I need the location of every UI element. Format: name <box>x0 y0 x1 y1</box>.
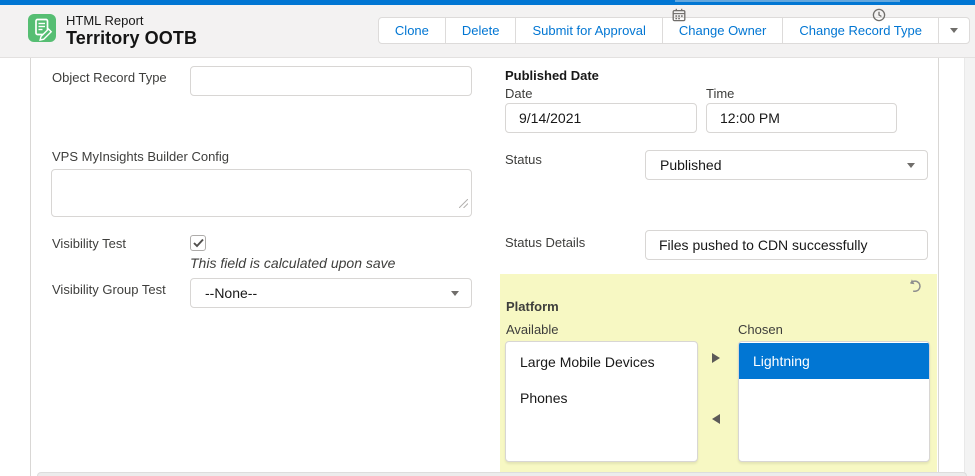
resize-handle-icon[interactable] <box>459 195 468 213</box>
available-listbox: Large Mobile Devices Phones <box>505 341 698 462</box>
published-date-input[interactable] <box>505 103 697 133</box>
object-record-type-label: Object Record Type <box>52 69 182 86</box>
chevron-down-icon <box>950 28 958 33</box>
status-details-input[interactable] <box>645 230 928 260</box>
next-section-edge <box>37 472 967 476</box>
document-pencil-glyph <box>28 14 56 42</box>
scrollbar-track[interactable] <box>964 58 975 476</box>
form-left-border <box>30 58 31 476</box>
status-value: Published <box>660 157 722 173</box>
delete-button[interactable]: Delete <box>445 17 517 44</box>
vps-config-label: VPS MyInsights Builder Config <box>52 148 352 165</box>
clock-icon[interactable] <box>872 8 886 22</box>
status-details-label: Status Details <box>505 234 585 251</box>
more-actions-button[interactable] <box>938 17 970 44</box>
visibility-test-help-text: This field is calculated upon save <box>190 255 395 271</box>
status-label: Status <box>505 151 542 168</box>
page-header: HTML Report Territory OOTB Clone Delete … <box>0 5 975 58</box>
chosen-listbox: Lightning <box>738 341 930 462</box>
calendar-icon[interactable] <box>672 8 686 22</box>
change-record-type-button[interactable]: Change Record Type <box>782 17 939 44</box>
chevron-down-icon <box>907 163 915 168</box>
form-right-border <box>938 58 939 476</box>
object-record-type-input[interactable] <box>190 66 472 96</box>
platform-label: Platform <box>506 299 559 314</box>
visibility-group-test-label: Visibility Group Test <box>52 281 182 298</box>
visibility-group-test-select[interactable]: --None-- <box>190 278 472 308</box>
status-select[interactable]: Published <box>645 150 928 180</box>
date-sublabel: Date <box>505 85 532 102</box>
visibility-test-checkbox[interactable] <box>190 235 206 251</box>
html-report-icon <box>28 14 56 42</box>
chevron-down-icon <box>451 291 459 296</box>
move-right-button[interactable] <box>708 350 724 366</box>
platform-section: Platform Available Chosen Large Mobile D… <box>500 274 937 472</box>
page-title: Territory OOTB <box>66 28 197 49</box>
visibility-group-test-value: --None-- <box>205 285 257 301</box>
vps-config-textarea[interactable] <box>51 169 472 217</box>
right-arrow-icon <box>712 353 720 363</box>
listbox-option[interactable]: Large Mobile Devices <box>506 344 697 380</box>
published-time-input[interactable] <box>706 103 897 133</box>
clone-button[interactable]: Clone <box>378 17 446 44</box>
listbox-option[interactable]: Phones <box>506 380 697 416</box>
published-date-label: Published Date <box>505 67 599 84</box>
record-edit-page: HTML Report Territory OOTB Clone Delete … <box>0 0 975 476</box>
chosen-label: Chosen <box>738 322 783 337</box>
move-left-button[interactable] <box>708 411 724 427</box>
available-label: Available <box>506 322 559 337</box>
time-sublabel: Time <box>706 85 734 102</box>
listbox-option-selected[interactable]: Lightning <box>739 343 929 379</box>
undo-icon <box>907 278 923 294</box>
left-arrow-icon <box>712 414 720 424</box>
record-type-label: HTML Report <box>66 13 144 28</box>
checkmark-icon <box>193 238 204 248</box>
submit-for-approval-button[interactable]: Submit for Approval <box>515 17 662 44</box>
visibility-test-label: Visibility Test <box>52 235 182 252</box>
brand-bar-highlight <box>675 0 900 2</box>
undo-button[interactable] <box>907 278 925 296</box>
